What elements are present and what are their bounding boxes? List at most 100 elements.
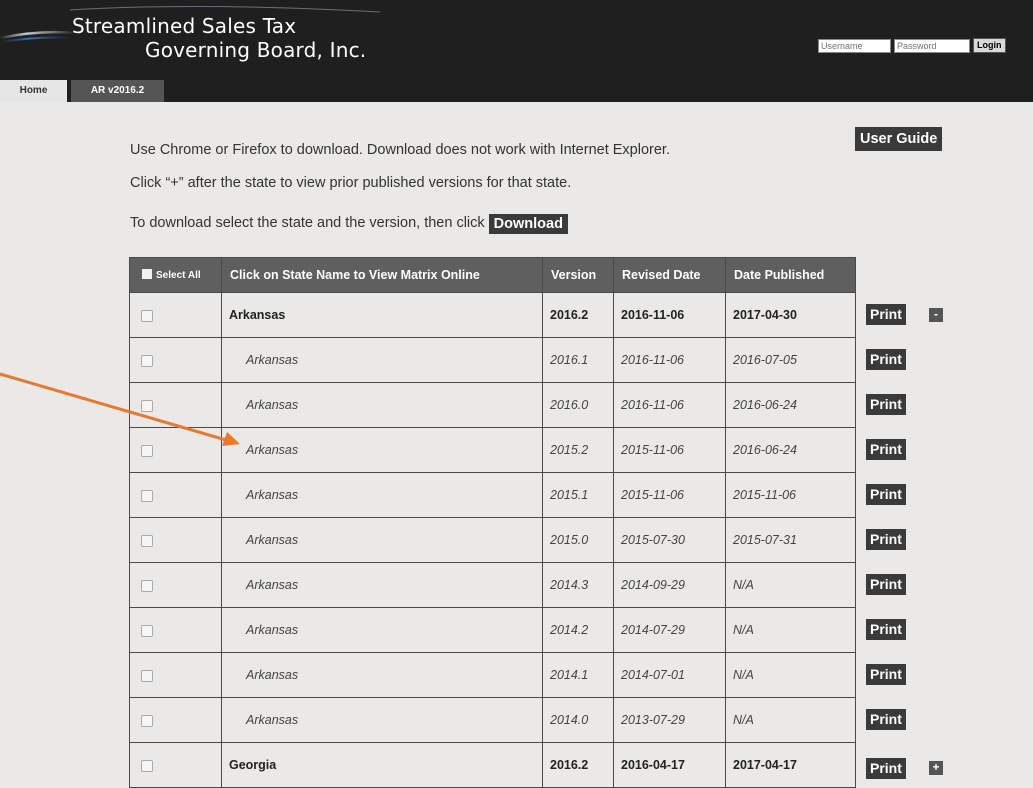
instruction-expand: Click “+” after the state to view prior … <box>130 175 572 191</box>
expand-versions-button[interactable]: + <box>929 761 943 775</box>
revised-date-cell: 2015-11-06 <box>613 472 726 518</box>
state-name-link[interactable]: Arkansas <box>221 607 543 653</box>
login-form: Login <box>818 38 1006 53</box>
table-row: Arkansas 2015.0 2015-07-30 2015-07-31 <box>129 517 856 563</box>
matrix-table: Select All Click on State Name to View M… <box>129 257 856 788</box>
logo-text-line1: Streamlined Sales Tax <box>72 14 297 38</box>
row-checkbox[interactable] <box>141 444 153 457</box>
version-cell: 2015.1 <box>542 472 614 518</box>
row-checkbox[interactable] <box>141 534 153 547</box>
password-input[interactable] <box>894 38 970 53</box>
row-checkbox[interactable] <box>141 489 153 502</box>
date-published-cell: 2016-06-24 <box>725 382 856 428</box>
print-button[interactable]: Print <box>866 709 906 730</box>
row-checkbox[interactable] <box>141 579 153 592</box>
state-name-link[interactable]: Arkansas <box>221 292 543 338</box>
state-column-header: Click on State Name to View Matrix Onlin… <box>221 257 543 293</box>
state-name-link[interactable]: Arkansas <box>221 652 543 698</box>
date-published-cell: 2015-11-06 <box>725 472 856 518</box>
date-published-column-header: Date Published <box>725 257 856 293</box>
state-name-link[interactable]: Arkansas <box>221 697 543 743</box>
print-button[interactable]: Print <box>866 439 906 460</box>
state-name-link[interactable]: Arkansas <box>221 562 543 608</box>
select-all-label: Select All <box>156 270 201 281</box>
date-published-cell: 2017-04-17 <box>725 742 856 788</box>
user-guide-button[interactable]: User Guide <box>855 127 943 151</box>
print-button[interactable]: Print <box>866 304 906 325</box>
date-published-cell: 2016-07-05 <box>725 337 856 383</box>
state-name-link[interactable]: Arkansas <box>221 337 543 383</box>
select-all-header[interactable]: Select All <box>129 257 222 293</box>
revised-date-cell: 2016-11-06 <box>613 382 726 428</box>
date-published-cell: N/A <box>725 562 856 608</box>
table-header-row: Select All Click on State Name to View M… <box>129 257 856 293</box>
date-published-cell: 2016-06-24 <box>725 427 856 473</box>
version-cell: 2014.2 <box>542 607 614 653</box>
revised-date-cell: 2016-11-06 <box>613 292 726 338</box>
version-cell: 2016.2 <box>542 742 614 788</box>
date-published-cell: 2017-04-30 <box>725 292 856 338</box>
username-input[interactable] <box>818 38 891 53</box>
site-header: Streamlined Sales Tax Governing Board, I… <box>0 0 1033 80</box>
row-checkbox[interactable] <box>141 759 153 772</box>
revised-date-cell: 2014-07-01 <box>613 652 726 698</box>
print-button[interactable]: Print <box>866 574 906 595</box>
revised-date-cell: 2015-07-30 <box>613 517 726 563</box>
print-button[interactable]: Print <box>866 758 906 779</box>
revised-date-cell: 2014-09-29 <box>613 562 726 608</box>
revised-date-cell: 2014-07-29 <box>613 607 726 653</box>
row-checkbox[interactable] <box>141 624 153 637</box>
row-checkbox[interactable] <box>141 669 153 682</box>
nav-bar: Home AR v2016.2 <box>0 80 1033 102</box>
table-row: Arkansas 2014.3 2014-09-29 N/A <box>129 562 856 608</box>
instruction-download-text: To download select the state and the ver… <box>130 215 485 231</box>
print-button[interactable]: Print <box>866 349 906 370</box>
version-cell: 2014.3 <box>542 562 614 608</box>
date-published-cell: N/A <box>725 652 856 698</box>
version-cell: 2015.2 <box>542 427 614 473</box>
row-checkbox[interactable] <box>141 354 153 367</box>
print-button[interactable]: Print <box>866 484 906 505</box>
tab-home[interactable]: Home <box>0 80 67 102</box>
version-cell: 2014.0 <box>542 697 614 743</box>
date-published-cell: N/A <box>725 607 856 653</box>
table-row: Arkansas 2014.2 2014-07-29 N/A <box>129 607 856 653</box>
version-column-header: Version <box>542 257 614 293</box>
revised-date-column-header: Revised Date <box>613 257 726 293</box>
select-all-checkbox[interactable] <box>142 269 152 279</box>
state-name-link[interactable]: Arkansas <box>221 382 543 428</box>
print-button[interactable]: Print <box>866 529 906 550</box>
print-button[interactable]: Print <box>866 394 906 415</box>
state-name-link[interactable]: Arkansas <box>221 472 543 518</box>
revised-date-cell: 2016-11-06 <box>613 337 726 383</box>
table-row: Arkansas 2015.1 2015-11-06 2015-11-06 <box>129 472 856 518</box>
collapse-versions-button[interactable]: - <box>929 308 943 322</box>
state-name-link[interactable]: Arkansas <box>221 427 543 473</box>
version-cell: 2014.1 <box>542 652 614 698</box>
version-cell: 2016.0 <box>542 382 614 428</box>
table-row: Arkansas 2016.1 2016-11-06 2016-07-05 <box>129 337 856 383</box>
state-name-link[interactable]: Georgia <box>221 742 543 788</box>
revised-date-cell: 2016-04-17 <box>613 742 726 788</box>
state-name-link[interactable]: Arkansas <box>221 517 543 563</box>
tab-ar-version[interactable]: AR v2016.2 <box>71 80 164 102</box>
table-row: Arkansas 2016.0 2016-11-06 2016-06-24 <box>129 382 856 428</box>
revised-date-cell: 2013-07-29 <box>613 697 726 743</box>
row-checkbox[interactable] <box>141 714 153 727</box>
print-button[interactable]: Print <box>866 619 906 640</box>
table-row: Arkansas 2014.1 2014-07-01 N/A <box>129 652 856 698</box>
row-checkbox[interactable] <box>141 399 153 412</box>
table-row: Arkansas 2015.2 2015-11-06 2016-06-24 <box>129 427 856 473</box>
table-row: Arkansas 2016.2 2016-11-06 2017-04-30 <box>129 292 856 338</box>
version-cell: 2015.0 <box>542 517 614 563</box>
download-button[interactable]: Download <box>488 214 568 234</box>
logo-text-line2: Governing Board, Inc. <box>145 38 367 62</box>
login-button[interactable]: Login <box>973 38 1006 53</box>
date-published-cell: N/A <box>725 697 856 743</box>
version-cell: 2016.1 <box>542 337 614 383</box>
row-checkbox[interactable] <box>141 309 153 322</box>
revised-date-cell: 2015-11-06 <box>613 427 726 473</box>
table-row: Arkansas 2014.0 2013-07-29 N/A <box>129 697 856 743</box>
version-cell: 2016.2 <box>542 292 614 338</box>
print-button[interactable]: Print <box>866 664 906 685</box>
